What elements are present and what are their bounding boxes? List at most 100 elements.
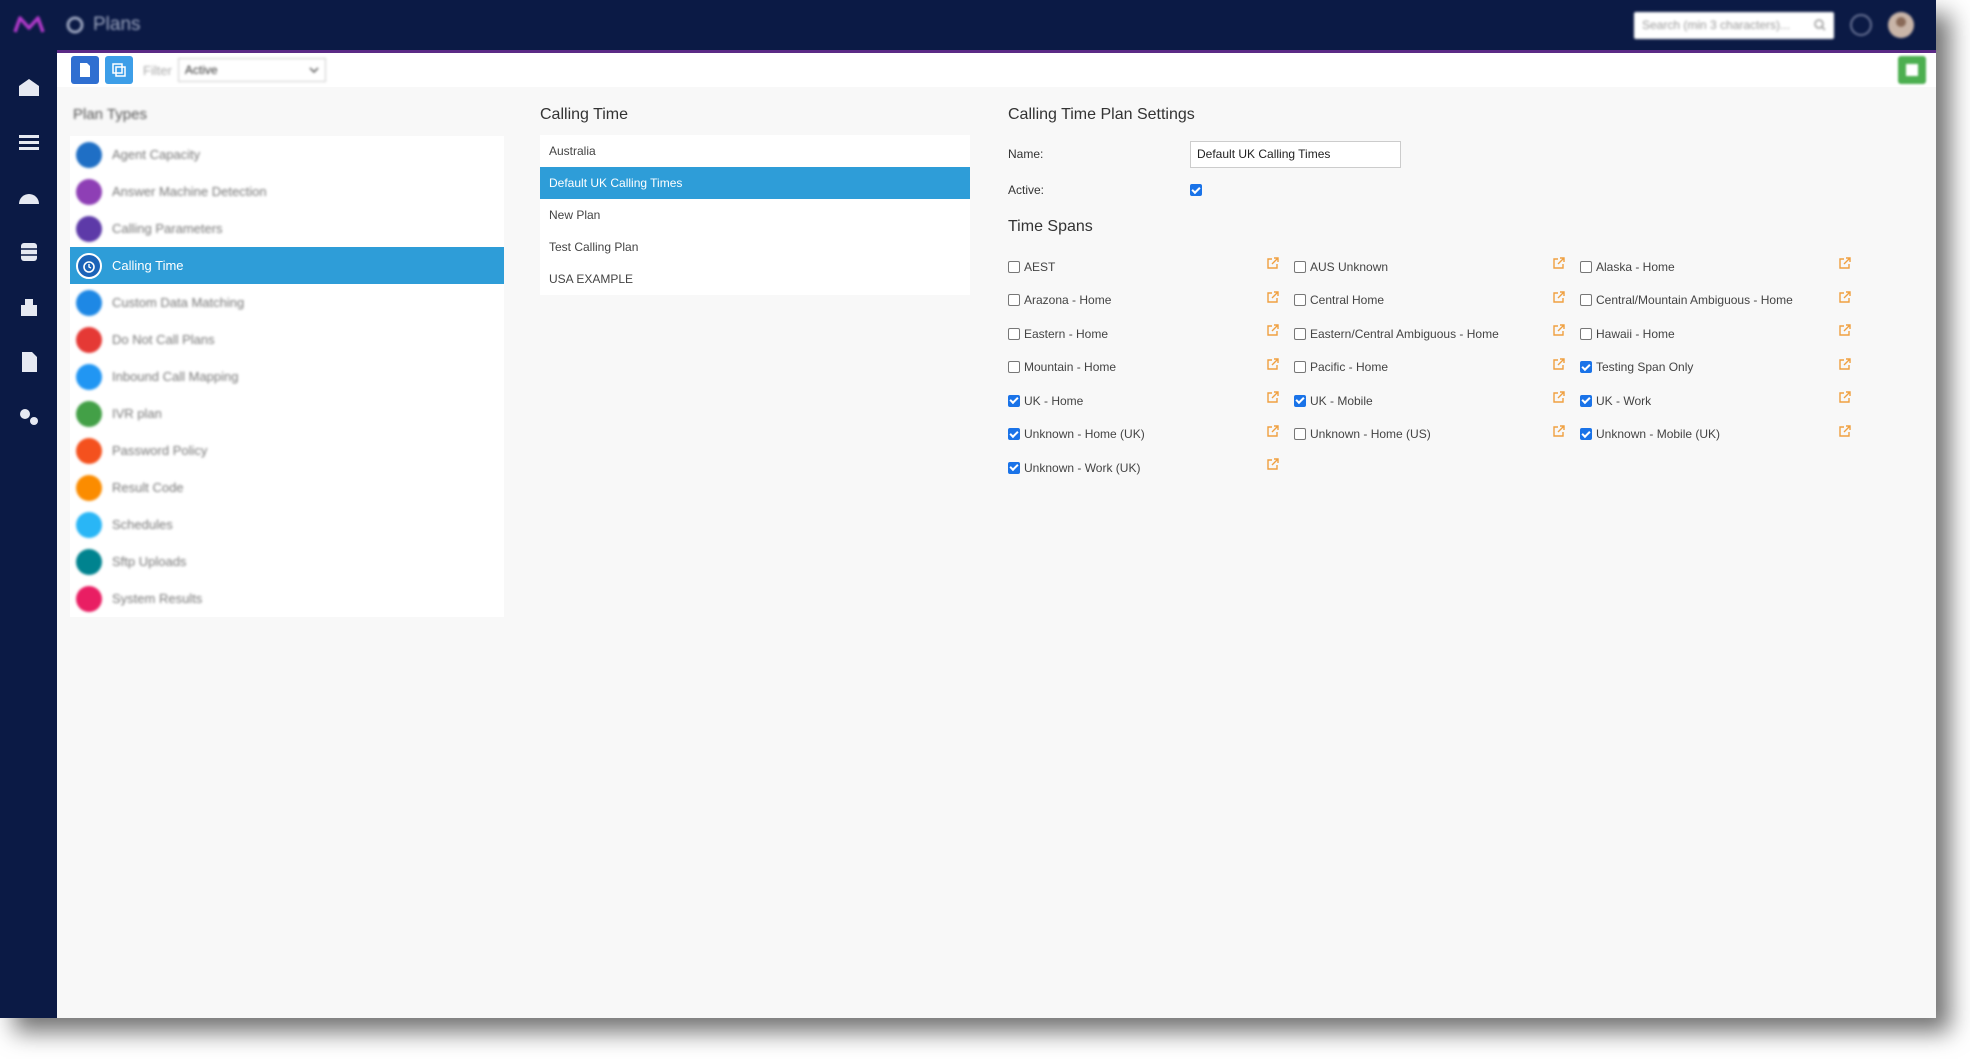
calling-plan-item[interactable]: USA EXAMPLE: [540, 263, 970, 295]
external-edit-icon[interactable]: [1266, 357, 1280, 371]
plan-type-label: Agent Capacity: [112, 147, 201, 162]
plan-type-item[interactable]: Schedules: [70, 506, 504, 543]
external-edit-icon[interactable]: [1838, 256, 1852, 270]
time-span-label: AUS Unknown: [1310, 259, 1389, 274]
plan-type-item[interactable]: Calling Parameters: [70, 210, 504, 247]
calling-plan-item[interactable]: Default UK Calling Times: [540, 167, 970, 199]
time-span-checkbox[interactable]: [1008, 294, 1020, 307]
filter-select[interactable]: Active: [177, 58, 326, 82]
upload-icon[interactable]: [10, 288, 48, 326]
external-edit-icon[interactable]: [1266, 424, 1280, 438]
external-edit-icon[interactable]: [1838, 290, 1852, 304]
time-span-checkbox[interactable]: [1008, 394, 1020, 407]
plan-type-label: IVR plan: [112, 406, 162, 421]
time-span-checkbox[interactable]: [1580, 260, 1592, 273]
time-span-checkbox[interactable]: [1294, 361, 1306, 374]
external-edit-icon[interactable]: [1552, 256, 1566, 270]
external-edit-icon[interactable]: [1266, 323, 1280, 337]
settings-icon[interactable]: [10, 398, 48, 436]
external-edit-icon[interactable]: [1552, 323, 1566, 337]
name-row: Name: Default UK Calling Times: [1008, 136, 1908, 172]
time-span-checkbox[interactable]: [1580, 294, 1592, 307]
plan-type-item[interactable]: Result Code: [70, 469, 504, 506]
copy-button[interactable]: [105, 56, 133, 84]
time-span-checkbox[interactable]: [1580, 428, 1592, 441]
plan-type-item[interactable]: IVR plan: [70, 395, 504, 432]
time-span-checkbox[interactable]: [1294, 394, 1306, 407]
name-input[interactable]: Default UK Calling Times: [1190, 140, 1401, 168]
time-span-item: Central Home: [1294, 284, 1580, 318]
dashboard-icon[interactable]: [10, 178, 48, 216]
plan-type-label: Do Not Call Plans: [112, 332, 215, 347]
time-span-label: Testing Span Only: [1596, 360, 1694, 375]
time-span-label: Unknown - Home (UK): [1024, 427, 1145, 442]
time-span-item: UK - Home: [1008, 384, 1294, 418]
time-span-checkbox[interactable]: [1008, 260, 1020, 273]
plan-type-item[interactable]: Answer Machine Detection: [70, 173, 504, 210]
time-span-item: Unknown - Work (UK): [1008, 451, 1294, 485]
external-edit-icon[interactable]: [1266, 390, 1280, 404]
external-edit-icon[interactable]: [1838, 424, 1852, 438]
plan-type-item[interactable]: Do Not Call Plans: [70, 321, 504, 358]
time-span-checkbox[interactable]: [1008, 461, 1020, 474]
calling-time-panel: Calling Time Australia Default UK Calling…: [540, 100, 970, 295]
time-span-item: Arazona - Home: [1008, 284, 1294, 318]
plan-type-icon: [76, 215, 102, 242]
time-span-checkbox[interactable]: [1008, 428, 1020, 441]
plan-type-item[interactable]: Sftp Uploads: [70, 543, 504, 580]
time-span-checkbox[interactable]: [1580, 361, 1592, 374]
external-edit-icon[interactable]: [1838, 323, 1852, 337]
external-edit-icon[interactable]: [1266, 457, 1280, 471]
external-edit-icon[interactable]: [1552, 357, 1566, 371]
time-span-checkbox[interactable]: [1294, 260, 1306, 273]
time-span-checkbox[interactable]: [1294, 327, 1306, 340]
external-edit-icon[interactable]: [1838, 357, 1852, 371]
active-checkbox[interactable]: [1190, 184, 1202, 196]
time-span-checkbox[interactable]: [1294, 294, 1306, 307]
plan-type-item[interactable]: Calling Time: [70, 247, 504, 284]
time-span-checkbox[interactable]: [1294, 428, 1306, 441]
calling-plan-item[interactable]: Test Calling Plan: [540, 231, 970, 263]
plan-type-item[interactable]: System Results: [70, 580, 504, 617]
help-icon[interactable]: [1848, 12, 1874, 38]
time-span-checkbox[interactable]: [1580, 394, 1592, 407]
calling-plan-item[interactable]: New Plan: [540, 199, 970, 231]
external-edit-icon[interactable]: [1266, 256, 1280, 270]
global-search-input[interactable]: Search (min 3 characters)...: [1634, 11, 1834, 39]
new-document-button[interactable]: [71, 56, 99, 84]
plan-type-item[interactable]: Inbound Call Mapping: [70, 358, 504, 395]
calling-time-plan-list: Australia Default UK Calling Times New Pla…: [540, 135, 970, 295]
list-icon[interactable]: [10, 123, 48, 161]
home-icon[interactable]: [10, 68, 48, 106]
plan-type-icon: [76, 474, 102, 501]
database-icon[interactable]: [10, 233, 48, 271]
plan-type-label: Schedules: [112, 517, 173, 532]
app-logo[interactable]: [0, 0, 57, 50]
external-edit-icon[interactable]: [1266, 290, 1280, 304]
time-span-checkbox[interactable]: [1008, 327, 1020, 340]
time-span-item: Testing Span Only: [1580, 351, 1866, 385]
user-avatar[interactable]: [1888, 12, 1914, 38]
time-span-checkbox[interactable]: [1580, 327, 1592, 340]
time-span-label: Eastern - Home: [1024, 326, 1109, 341]
chevron-down-icon: [309, 67, 319, 73]
external-edit-icon[interactable]: [1838, 390, 1852, 404]
external-edit-icon[interactable]: [1552, 290, 1566, 304]
calling-plan-item[interactable]: Australia: [540, 135, 970, 167]
time-span-item: Unknown - Mobile (UK): [1580, 418, 1866, 452]
external-edit-icon[interactable]: [1552, 424, 1566, 438]
time-spans-grid: AEST AUS Unknown Alaska - Home Arazona - Ho…: [1008, 250, 1908, 485]
time-span-label: UK - Home: [1024, 393, 1084, 408]
plan-type-label: Sftp Uploads: [112, 554, 187, 569]
plan-type-icon: [76, 548, 102, 575]
time-span-item: Eastern - Home: [1008, 317, 1294, 351]
external-edit-icon[interactable]: [1552, 390, 1566, 404]
time-span-checkbox[interactable]: [1008, 361, 1020, 374]
excel-export-button[interactable]: [1898, 56, 1926, 84]
time-span-label: Alaska - Home: [1596, 259, 1675, 274]
plan-types-list: Agent Capacity Answer Machine Detection Ca…: [70, 136, 504, 617]
plan-type-item[interactable]: Agent Capacity: [70, 136, 504, 173]
plan-type-item[interactable]: Custom Data Matching: [70, 284, 504, 321]
document-icon[interactable]: [10, 343, 48, 381]
plan-type-item[interactable]: Password Policy: [70, 432, 504, 469]
